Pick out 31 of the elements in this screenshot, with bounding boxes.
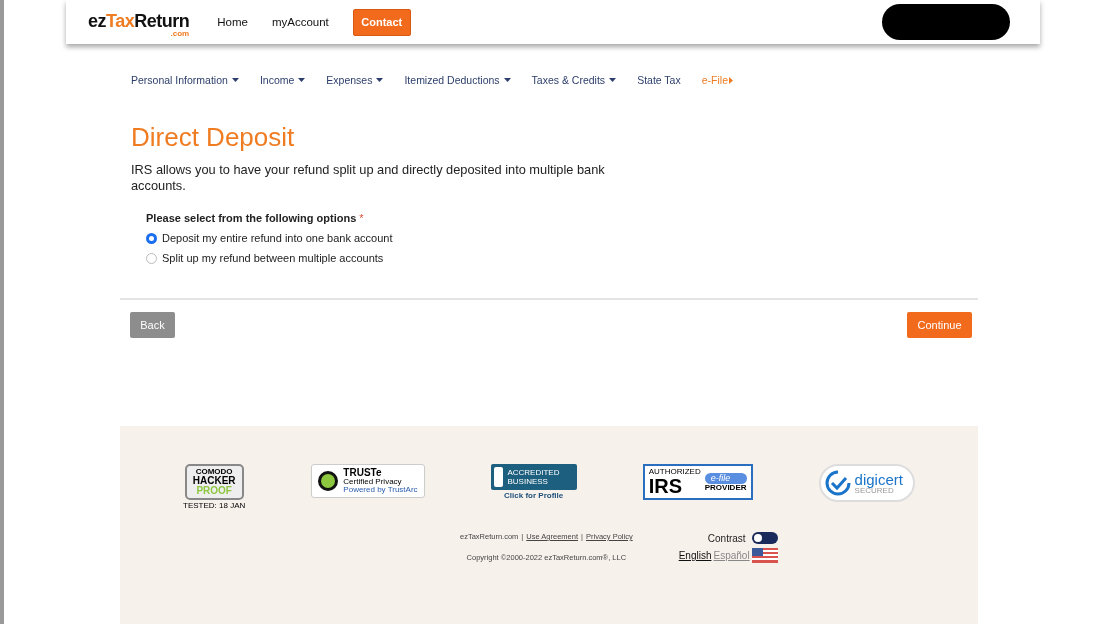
nav-tab[interactable]: Expenses [326, 74, 384, 86]
intro-text: IRS allows you to have your refund split up and directly deposited into multiple bank accounts. [131, 162, 606, 194]
privacy-badge[interactable]: TRUSTe Certified Privacy Powered by TrustArc [311, 464, 425, 498]
nav-tab[interactable]: State Tax [637, 74, 681, 86]
nav-tab[interactable]: Taxes & Credits [531, 74, 617, 86]
radio-option[interactable]: Deposit my entire refund into one bank account [146, 228, 1094, 248]
check-icon [824, 470, 851, 496]
language-link[interactable]: English [678, 550, 712, 561]
logo[interactable]: ezTaxReturn .com [88, 12, 190, 38]
digicert-badge[interactable]: digicert SECURED [818, 464, 915, 502]
caret-icon [609, 78, 617, 82]
nav-tab[interactable]: Itemized Deductions [404, 74, 511, 86]
caret-icon [503, 78, 511, 82]
nav-tab[interactable]: Income [259, 74, 306, 86]
header-link[interactable]: myAccount [271, 16, 329, 28]
arrow-icon [729, 76, 733, 84]
radio-button[interactable] [146, 232, 157, 244]
nav-tab[interactable]: Personal Information [131, 74, 239, 86]
contrast-label: Contrast [707, 532, 746, 544]
caret-icon [298, 78, 306, 82]
header-link[interactable]: Home [217, 16, 248, 28]
radio-button[interactable] [146, 252, 157, 264]
required-mark: * [359, 212, 364, 224]
flag-icon [751, 548, 778, 563]
caret-icon [376, 78, 384, 82]
page-title: Direct Deposit [131, 122, 296, 152]
contrast-toggle[interactable] [751, 532, 778, 544]
caret-icon [231, 78, 239, 82]
radio-option[interactable]: Split up my refund between multiple accounts [146, 248, 1094, 268]
irs-provider-badge[interactable]: AUTHORIZED IRS e-file PROVIDER [642, 464, 753, 500]
question-label: Please select from the following options [146, 212, 357, 224]
